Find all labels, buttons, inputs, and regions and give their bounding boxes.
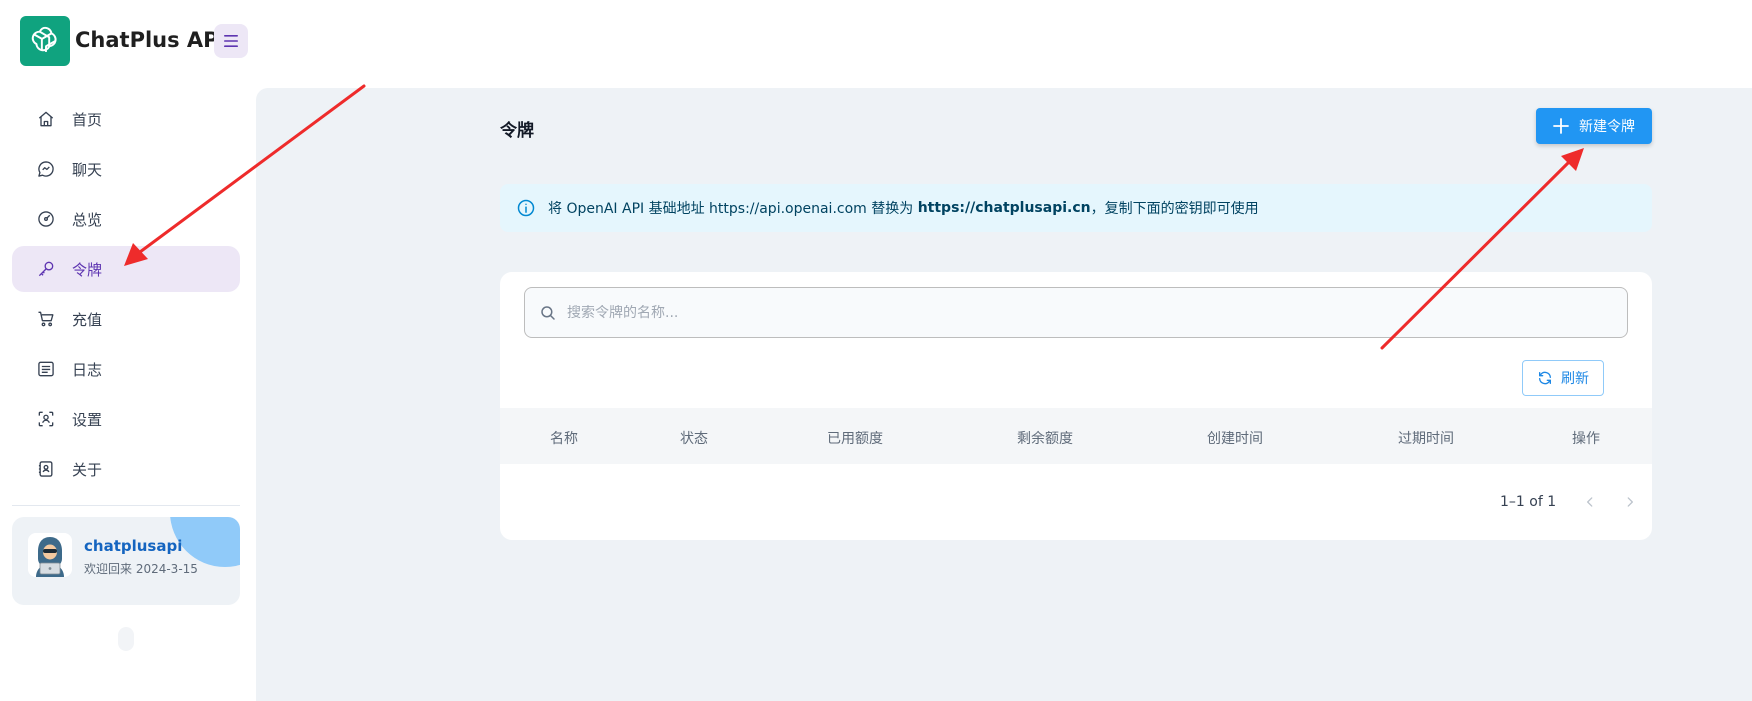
- prev-page-button[interactable]: [1578, 490, 1602, 514]
- scrollbar-thumb[interactable]: [118, 627, 134, 651]
- sidebar-item-label: 设置: [72, 410, 103, 429]
- cart-icon: [36, 309, 56, 329]
- sidebar: 首页 聊天 总览 令牌 充值 日志 设置 关于 chatplusapi 欢迎回来…: [0, 88, 256, 701]
- plus-icon: [1553, 118, 1569, 134]
- app-header: ChatPlus API: [0, 0, 1752, 88]
- new-token-button[interactable]: 新建令牌: [1536, 108, 1652, 144]
- user-card[interactable]: chatplusapi 欢迎回来 2024-3-15: [12, 517, 240, 605]
- key-icon: [36, 259, 56, 279]
- sidebar-item-label: 关于: [72, 460, 103, 479]
- sidebar-item-dashboard[interactable]: 总览: [12, 196, 240, 242]
- refresh-button-label: 刷新: [1561, 371, 1589, 387]
- user-welcome-text: 欢迎回来 2024-3-15: [84, 562, 198, 576]
- sidebar-item-tokens[interactable]: 令牌: [12, 246, 240, 292]
- pagination-text: 1–1 of 1: [1500, 494, 1557, 510]
- sidebar-item-home[interactable]: 首页: [12, 96, 240, 142]
- dashboard-icon: [36, 209, 56, 229]
- chat-icon: [36, 159, 56, 179]
- alert-highlight-url: https://chatplusapi.cn: [917, 200, 1091, 216]
- tokens-card: 刷新 名称 状态 已用额度 剩余额度 创建时间 过期时间 操作 1–1 of 1: [500, 272, 1652, 540]
- chevron-right-icon: [1627, 497, 1633, 507]
- log-icon: [36, 359, 56, 379]
- info-icon: [516, 198, 536, 218]
- sidebar-item-logs[interactable]: 日志: [12, 346, 240, 392]
- sidebar-item-label: 令牌: [72, 260, 103, 279]
- info-alert: 将 OpenAI API 基础地址 https://api.openai.com…: [500, 184, 1652, 232]
- sidebar-item-label: 总览: [72, 210, 103, 229]
- table-header: 名称 状态 已用额度 剩余额度 创建时间 过期时间 操作: [500, 408, 1652, 464]
- menu-toggle-button[interactable]: [214, 24, 248, 58]
- home-icon: [36, 109, 56, 129]
- column-header-used-quota[interactable]: 已用额度: [827, 428, 883, 448]
- main-content: 令牌 新建令牌 将 OpenAI API 基础地址 https://api.op…: [256, 88, 1752, 701]
- sidebar-item-chat[interactable]: 聊天: [12, 146, 240, 192]
- brand-title: ChatPlus API: [75, 28, 227, 52]
- search-icon: [541, 305, 555, 320]
- search-input[interactable]: [567, 304, 1567, 321]
- openai-logo-icon[interactable]: [20, 16, 70, 66]
- avatar[interactable]: [28, 533, 72, 577]
- sidebar-item-about[interactable]: 关于: [12, 446, 240, 492]
- sidebar-item-recharge[interactable]: 充值: [12, 296, 240, 342]
- chevron-left-icon: [1587, 497, 1593, 507]
- column-header-status[interactable]: 状态: [680, 428, 708, 448]
- alert-text-prefix: 将 OpenAI API 基础地址 https://api.openai.com…: [548, 201, 918, 217]
- sidebar-item-settings[interactable]: 设置: [12, 396, 240, 442]
- sidebar-item-label: 聊天: [72, 160, 103, 179]
- sidebar-item-label: 首页: [72, 110, 103, 129]
- column-header-actions: 操作: [1572, 431, 1600, 447]
- column-header-name[interactable]: 名称: [550, 428, 578, 448]
- new-token-button-label: 新建令牌: [1579, 119, 1635, 135]
- sidebar-item-label: 充值: [72, 310, 103, 329]
- refresh-icon: [1537, 370, 1553, 386]
- column-header-created-time[interactable]: 创建时间: [1207, 428, 1263, 448]
- next-page-button[interactable]: [1618, 490, 1642, 514]
- column-header-remaining-quota[interactable]: 剩余额度: [1017, 428, 1073, 448]
- user-name: chatplusapi: [84, 537, 183, 555]
- sidebar-item-label: 日志: [72, 360, 103, 379]
- about-icon: [36, 459, 56, 479]
- page-title: 令牌: [500, 121, 534, 141]
- column-header-expire-time[interactable]: 过期时间: [1398, 428, 1454, 448]
- sidebar-divider: [12, 505, 240, 506]
- alert-text-suffix: ，复制下面的密钥即可使用: [1090, 201, 1259, 217]
- search-box[interactable]: [524, 287, 1628, 338]
- settings-icon: [36, 409, 56, 429]
- refresh-button[interactable]: 刷新: [1522, 360, 1604, 396]
- hamburger-icon: [224, 35, 238, 47]
